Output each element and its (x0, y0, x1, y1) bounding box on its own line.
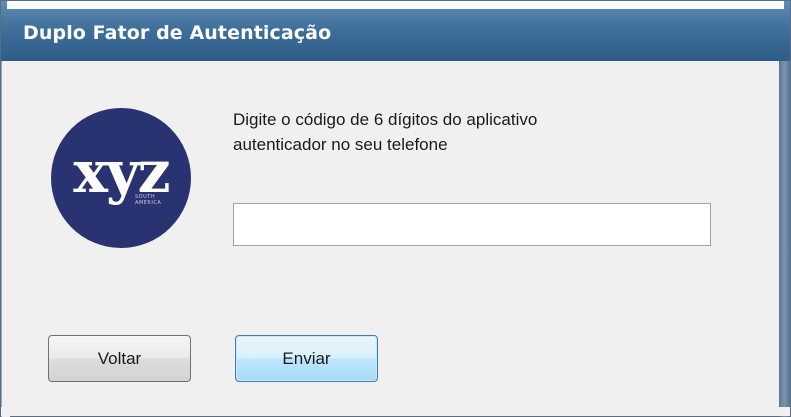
xyz-logo: xyz SOUTH AMERICA (51, 108, 191, 248)
title-bar-top-strip (7, 1, 784, 9)
verification-code-input[interactable] (233, 203, 711, 246)
dialog-window: Duplo Fator de Autenticação xyz SOUTH AM… (0, 0, 791, 417)
title-bar[interactable]: Duplo Fator de Autenticação (1, 1, 790, 61)
window-right-border (779, 61, 790, 417)
window-left-border (1, 61, 10, 417)
logo-text: xyz (73, 138, 170, 206)
window-bottom-border (1, 407, 790, 416)
back-button[interactable]: Voltar (48, 335, 191, 382)
instruction-line1: Digite o código de 6 dígitos do aplicati… (233, 110, 538, 129)
logo-subtext-line2: AMERICA (135, 200, 162, 206)
window-title: Duplo Fator de Autenticação (23, 22, 332, 44)
logo-subtext: SOUTH AMERICA (135, 194, 161, 206)
instruction-text: Digite o código de 6 dígitos do aplicati… (233, 107, 653, 157)
send-button[interactable]: Enviar (235, 335, 378, 382)
instruction-line2: autenticador no seu telefone (233, 135, 448, 154)
